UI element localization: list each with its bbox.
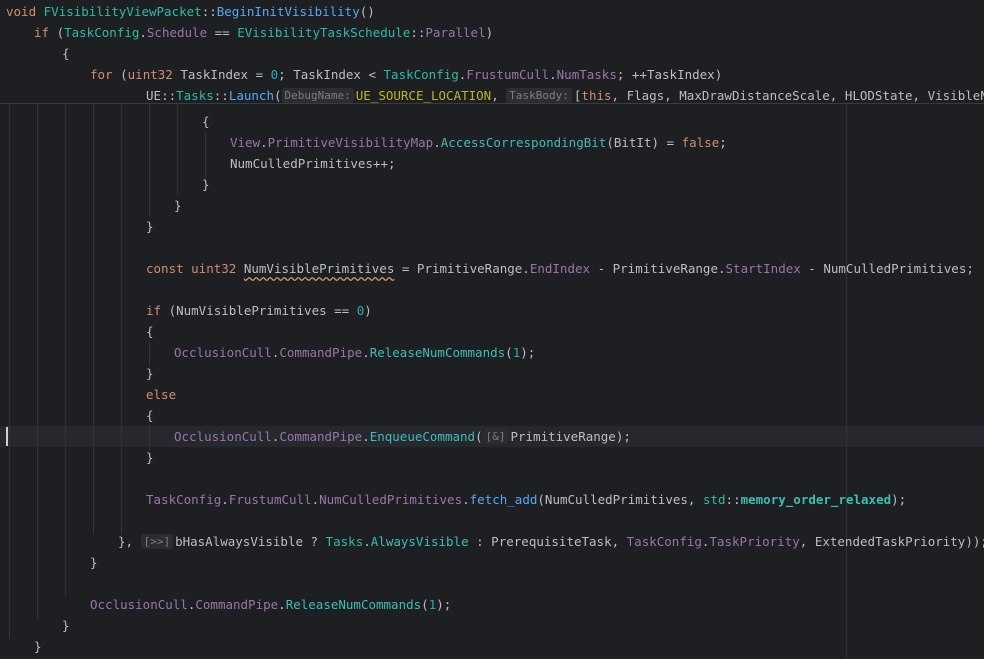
warning-squiggle: NumVisiblePrimitives bbox=[243, 261, 395, 276]
code-editor[interactable]: { View.PrimitiveVisibilityMap.AccessCorr… bbox=[0, 0, 984, 659]
code-line[interactable]: { bbox=[6, 111, 984, 132]
code-line[interactable]: TaskConfig.FrustumCull.NumCulledPrimitiv… bbox=[6, 489, 984, 510]
code-line[interactable]: } bbox=[6, 195, 984, 216]
code-line[interactable]: } bbox=[6, 363, 984, 384]
code-line[interactable]: } bbox=[6, 447, 984, 468]
inlay-hint-debugname[interactable]: DebugName: bbox=[281, 88, 354, 103]
code-line[interactable]: View.PrimitiveVisibilityMap.AccessCorres… bbox=[6, 132, 984, 153]
code-line[interactable]: else bbox=[6, 384, 984, 405]
sticky-line[interactable]: if (TaskConfig.Schedule == EVisibilityTa… bbox=[6, 22, 984, 43]
code-line[interactable]: }, [>>] bHasAlwaysVisible ? Tasks.AlwaysV… bbox=[6, 531, 984, 552]
sticky-line[interactable]: void FVisibilityViewPacket::BeginInitVis… bbox=[6, 1, 984, 22]
code-line[interactable]: } bbox=[6, 552, 984, 573]
inlay-hint-taskbody[interactable]: TaskBody: bbox=[506, 88, 572, 103]
code-line[interactable]: } bbox=[6, 615, 984, 636]
sticky-header-separator bbox=[0, 103, 984, 104]
code-line[interactable]: const uint32 NumVisiblePrimitives = Prim… bbox=[6, 258, 984, 279]
sticky-line[interactable]: for (uint32 TaskIndex = 0; TaskIndex < T… bbox=[6, 64, 984, 85]
code-line[interactable]: { bbox=[6, 321, 984, 342]
code-line[interactable]: NumCulledPrimitives++; bbox=[6, 153, 984, 174]
code-line[interactable]: } bbox=[6, 636, 984, 657]
inlay-hint-prerequisites[interactable]: [>>] bbox=[140, 534, 174, 549]
code-line-current[interactable]: OcclusionCull.CommandPipe.EnqueueCommand… bbox=[6, 426, 984, 447]
text-caret bbox=[6, 427, 8, 446]
sticky-line[interactable]: { bbox=[6, 43, 984, 64]
code-line[interactable]: } bbox=[6, 174, 984, 195]
code-line[interactable]: if (NumVisiblePrimitives == 0) bbox=[6, 300, 984, 321]
code-line[interactable]: OcclusionCull.CommandPipe.ReleaseNumComm… bbox=[6, 342, 984, 363]
code-line[interactable]: { bbox=[6, 405, 984, 426]
inlay-hint-capture[interactable]: [&] bbox=[482, 429, 509, 444]
code-line[interactable]: } bbox=[6, 216, 984, 237]
code-line[interactable]: OcclusionCull.CommandPipe.ReleaseNumComm… bbox=[6, 594, 984, 615]
